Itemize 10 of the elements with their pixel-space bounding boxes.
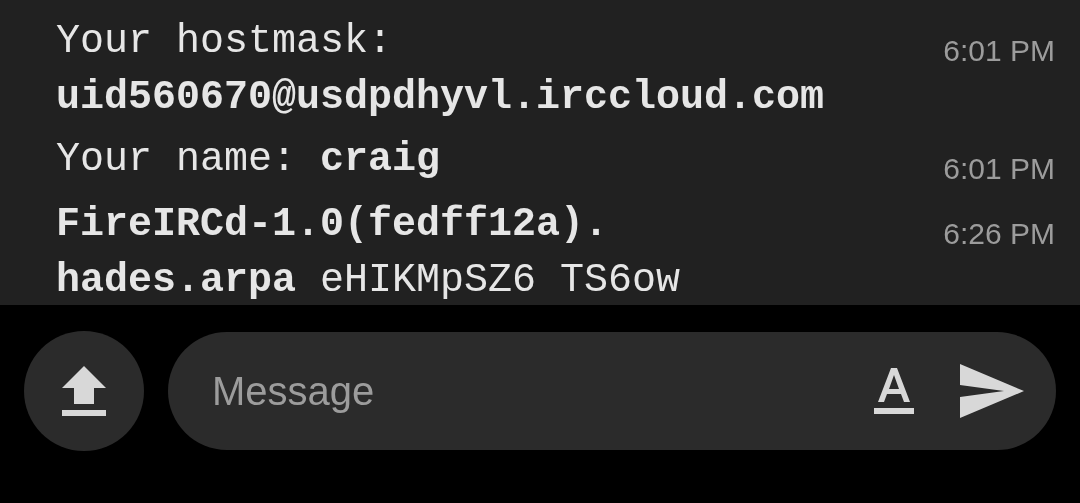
message-time: 6:01 PM [943,33,1055,69]
message-text: Your name: craig [56,136,441,184]
message-field[interactable]: Message [212,361,874,421]
message-composer[interactable]: Message [168,332,1056,450]
message-time: 6:01 PM [943,151,1055,187]
text-format-icon[interactable] [874,368,914,414]
message-time: 6:26 PM [943,216,1055,252]
message-text: FireIRCd-1.0(fedff12a). hades.arpa eHIKMpSZ6 TS6ow [56,201,681,305]
upload-icon [62,366,106,416]
send-icon[interactable] [960,364,1024,418]
